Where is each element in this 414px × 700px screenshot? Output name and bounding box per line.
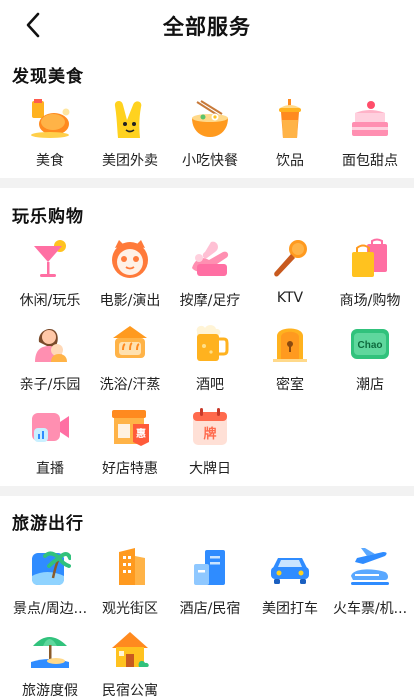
noodle-bowl-icon: [192, 100, 228, 137]
service-item-bar[interactable]: 酒吧: [170, 322, 250, 406]
item-label: 按摩/足疗: [179, 293, 241, 309]
header: 全部服务: [0, 0, 414, 50]
item-label: 直播: [36, 461, 64, 477]
item-label: 观光街区: [102, 601, 158, 617]
service-item-vacation[interactable]: 旅游度假: [10, 628, 90, 700]
item-label: 饮品: [276, 153, 304, 169]
service-item-family[interactable]: 亲子/乐园: [10, 322, 90, 406]
service-item-brand-day[interactable]: 牌 大牌日: [170, 406, 250, 490]
section-title: 发现美食: [12, 67, 84, 87]
service-item-bakery[interactable]: 面包甜点: [330, 98, 410, 182]
section-divider: [0, 178, 414, 188]
bath-icon: [113, 326, 147, 358]
delivery-icon: [114, 100, 142, 138]
service-item-leisure[interactable]: 休闲/玩乐: [10, 238, 90, 322]
beach-umbrella-icon: [31, 637, 69, 668]
service-item-snack[interactable]: 小吃快餐: [170, 98, 250, 182]
item-label: 面包甜点: [342, 153, 398, 169]
shopping-bag-icon: [352, 238, 387, 277]
item-label: 休闲/玩乐: [19, 293, 81, 309]
service-item-hotel[interactable]: 酒店/民宿: [170, 546, 250, 630]
store-deal-mark: 惠: [136, 427, 146, 440]
drink-icon: [279, 99, 301, 138]
movie-cat-icon: [112, 240, 148, 278]
cake-icon: [352, 101, 388, 136]
service-item-delivery[interactable]: 美团外卖: [90, 98, 170, 182]
service-item-homestay[interactable]: 民宿公寓: [90, 628, 170, 700]
item-label: 洗浴/汗蒸: [99, 377, 161, 393]
item-label: 密室: [276, 377, 304, 393]
service-item-escape-room[interactable]: 密室: [250, 322, 330, 406]
scenic-icon: [32, 551, 71, 585]
house-icon: [112, 632, 149, 667]
item-label: 火车票/机...: [332, 601, 408, 617]
microphone-icon: [274, 240, 307, 277]
calendar-brand-icon: 牌: [193, 408, 227, 445]
section-travel: 旅游出行 景点/周边... 观光街区 酒店/民宿 美团打车 火车票/机... 旅…: [0, 496, 414, 700]
service-item-scenic[interactable]: 景点/周边...: [10, 546, 90, 630]
parent-child-icon: [35, 328, 67, 362]
train-plane-icon: [351, 548, 389, 585]
trendy-store-icon: Chao: [351, 329, 389, 359]
item-label: 民宿公寓: [102, 683, 158, 699]
taxi-icon: [271, 558, 309, 584]
item-label: 潮店: [356, 377, 384, 393]
item-label: 电影/演出: [99, 293, 161, 309]
service-item-food[interactable]: 美食: [10, 98, 90, 182]
street-building-icon: [119, 548, 145, 585]
service-item-store-deal[interactable]: 惠 好店特惠: [90, 406, 170, 490]
store-deal-icon: 惠: [112, 410, 149, 446]
item-label: 大牌日: [189, 461, 231, 477]
live-video-icon: [32, 413, 69, 442]
item-label: 酒吧: [196, 377, 224, 393]
hotel-icon: [194, 550, 225, 585]
calendar-mark: 牌: [203, 426, 216, 442]
section-title: 玩乐购物: [12, 207, 84, 227]
service-item-train-flight[interactable]: 火车票/机...: [330, 546, 410, 630]
item-label: 旅游度假: [22, 683, 78, 699]
massage-icon: [192, 241, 229, 276]
escape-room-door-icon: [273, 328, 307, 362]
service-item-massage[interactable]: 按摩/足疗: [170, 238, 250, 322]
service-item-ktv[interactable]: KTV: [250, 238, 330, 322]
item-label: 商场/购物: [339, 293, 401, 309]
page-title: 全部服务: [163, 15, 251, 39]
trendy-store-logo: Chao: [358, 340, 383, 351]
service-item-movie[interactable]: 电影/演出: [90, 238, 170, 322]
item-label: 亲子/乐园: [19, 377, 81, 393]
item-label: 美食: [36, 153, 64, 169]
item-label: 酒店/民宿: [179, 601, 241, 617]
item-label: 美团外卖: [102, 153, 158, 169]
beer-icon: [196, 325, 229, 361]
item-label: 美团打车: [262, 601, 318, 617]
service-item-taxi[interactable]: 美团打车: [250, 546, 330, 630]
item-label: 好店特惠: [102, 461, 158, 477]
service-item-mall[interactable]: 商场/购物: [330, 238, 410, 322]
service-item-bath[interactable]: 洗浴/汗蒸: [90, 322, 170, 406]
section-divider: [0, 486, 414, 496]
cocktail-icon: [34, 240, 66, 277]
section-food: 发现美食 美食 美团外卖 小吃快餐 饮品 面包甜点: [0, 50, 414, 178]
service-item-trendy[interactable]: Chao 潮店: [330, 322, 410, 406]
service-item-live[interactable]: 直播: [10, 406, 90, 490]
service-item-sightseeing-street[interactable]: 观光街区: [90, 546, 170, 630]
item-label: KTV: [276, 290, 304, 306]
item-label: 景点/周边...: [12, 601, 88, 617]
section-fun-shopping: 玩乐购物 休闲/玩乐 电影/演出 按摩/足疗 KTV 商场/购物 亲子/乐园 洗…: [0, 188, 414, 486]
service-item-drink[interactable]: 饮品: [250, 98, 330, 182]
food-icon: [31, 99, 70, 138]
item-label: 小吃快餐: [182, 153, 238, 169]
section-title: 旅游出行: [12, 514, 84, 534]
